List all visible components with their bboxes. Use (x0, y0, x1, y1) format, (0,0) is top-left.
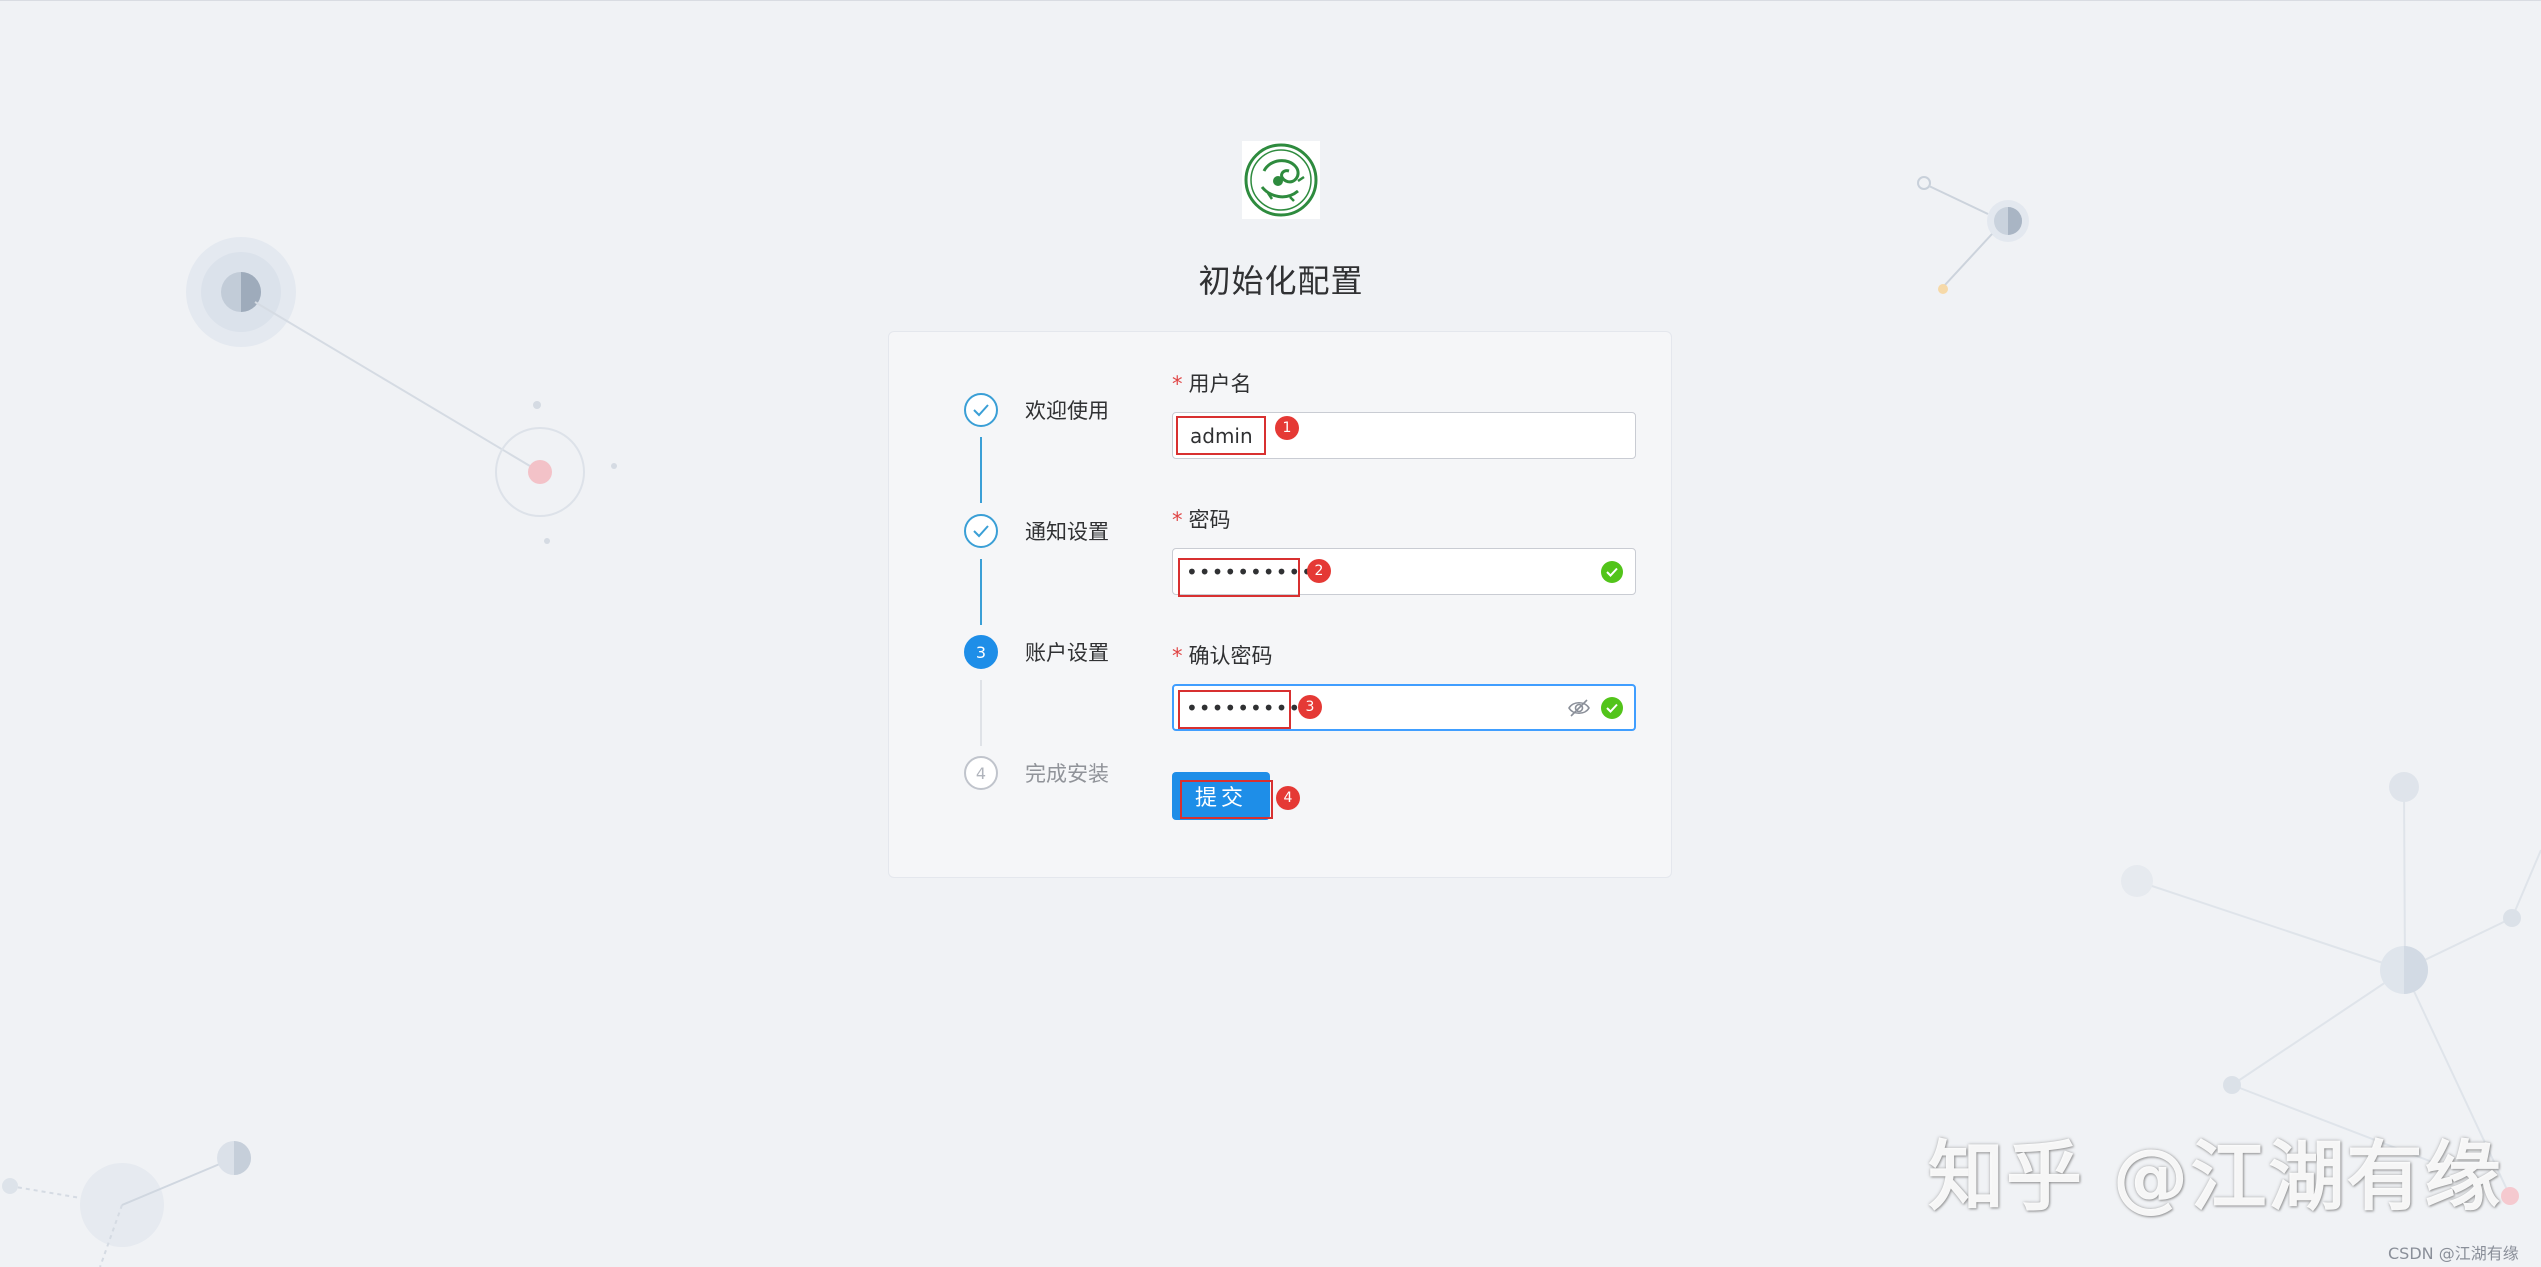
step-3-label: 账户设置 (1025, 641, 1109, 665)
step-connector (980, 559, 982, 625)
eye-hidden-icon[interactable] (1567, 697, 1591, 719)
step-3-number: 3 (964, 635, 998, 669)
required-mark: * (1172, 372, 1183, 396)
step-2-check-icon (964, 514, 998, 548)
step-4-number: 4 (964, 756, 998, 790)
step-connector (980, 437, 982, 503)
annotation-badge-3: 3 (1298, 695, 1322, 719)
annotation-badge-1: 1 (1275, 416, 1299, 440)
confirm-password-label: * 确认密码 (1172, 640, 1273, 670)
valid-check-icon (1601, 697, 1623, 719)
step-connector (980, 680, 982, 746)
green-dragon-emblem-icon (1242, 141, 1320, 219)
step-1-check-icon (964, 393, 998, 427)
password-label-text: 密码 (1188, 508, 1231, 532)
annotation-box-2 (1178, 558, 1300, 597)
page-title: 初始化配置 (1198, 262, 1364, 300)
valid-check-icon (1601, 561, 1623, 583)
username-label-text: 用户名 (1188, 372, 1252, 396)
annotation-box-3 (1178, 690, 1291, 729)
password-label: * 密码 (1172, 504, 1231, 534)
step-1-label: 欢迎使用 (1025, 399, 1109, 423)
annotation-badge-2: 2 (1307, 559, 1331, 583)
step-4-label: 完成安装 (1025, 762, 1109, 786)
required-mark: * (1172, 508, 1183, 532)
required-mark: * (1172, 644, 1183, 668)
step-2-label: 通知设置 (1025, 520, 1109, 544)
username-label: * 用户名 (1172, 368, 1252, 398)
credit-text: CSDN @江湖有缘 (2388, 1244, 2519, 1263)
annotation-box-4 (1180, 780, 1273, 819)
annotation-badge-4: 4 (1276, 786, 1300, 810)
watermark-text: 知乎 @江湖有缘 (1928, 1132, 2503, 1221)
annotation-box-1 (1176, 416, 1266, 455)
confirm-password-label-text: 确认密码 (1188, 644, 1273, 668)
